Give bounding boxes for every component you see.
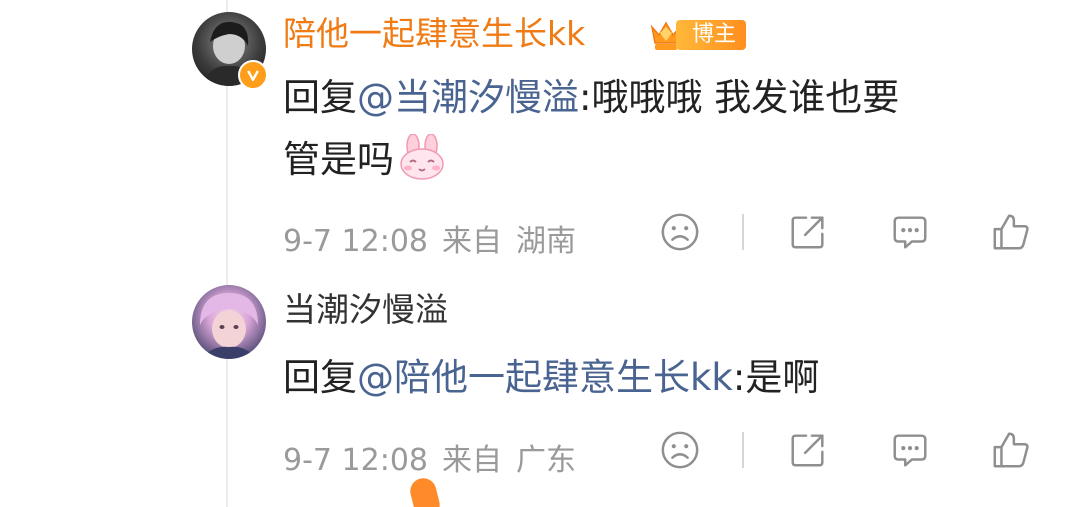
username[interactable]: 陪他一起肆意生长kk xyxy=(283,14,585,54)
location: 湖南 xyxy=(516,224,576,259)
like-button[interactable] xyxy=(989,210,1033,254)
comment-body-line1: 哦哦哦 我发谁也要 xyxy=(591,76,900,119)
action-divider xyxy=(742,214,744,250)
comment-actions xyxy=(650,428,1050,472)
sad-face-icon xyxy=(661,431,699,469)
avatar[interactable] xyxy=(192,285,266,359)
separator: : xyxy=(579,76,592,119)
bunny-emoji-icon xyxy=(400,134,444,180)
reply-prefix: 回复 xyxy=(283,356,357,399)
comment-actions xyxy=(650,210,1050,254)
thumbs-up-icon xyxy=(993,432,1029,468)
share-icon xyxy=(791,434,824,467)
timestamp: 9-7 12:08 xyxy=(283,224,428,259)
verified-v-icon xyxy=(247,70,259,81)
comment-icon xyxy=(893,216,927,249)
comment-meta: 9-7 12:08 来自 广东 xyxy=(283,441,576,481)
blogger-badge-label: 博主 xyxy=(676,20,747,50)
comment-body-line2: 管是吗 xyxy=(283,138,394,181)
share-button[interactable] xyxy=(786,428,830,472)
dislike-button[interactable] xyxy=(658,428,702,472)
verified-badge xyxy=(238,60,268,90)
sad-face-icon xyxy=(661,213,699,251)
comment-text: 回复@陪他一起肆意生长kk:是啊 xyxy=(283,347,1043,409)
blogger-badge: 博主 xyxy=(646,15,747,55)
source-label: 来自 xyxy=(442,443,502,478)
dislike-button[interactable] xyxy=(658,210,702,254)
share-icon xyxy=(791,216,824,249)
action-divider xyxy=(742,432,744,468)
comment-body: 是啊 xyxy=(745,356,820,399)
comment-icon xyxy=(893,434,927,467)
reply-prefix: 回复 xyxy=(283,76,357,119)
comment-text: 回复@当潮汐慢溢:哦哦哦 我发谁也要 管是吗 xyxy=(283,67,1043,191)
separator: : xyxy=(732,356,746,399)
like-button[interactable] xyxy=(989,428,1033,472)
thumbs-up-icon xyxy=(993,214,1029,250)
location: 广东 xyxy=(516,443,576,478)
comment-meta: 9-7 12:08 来自 湖南 xyxy=(283,222,576,262)
comment-button[interactable] xyxy=(888,428,932,472)
timestamp: 9-7 12:08 xyxy=(283,443,428,478)
mention-link[interactable]: @陪他一起肆意生长kk xyxy=(357,356,733,399)
mention-link[interactable]: @当潮汐慢溢 xyxy=(357,76,579,119)
comment-button[interactable] xyxy=(888,210,932,254)
source-label: 来自 xyxy=(442,224,502,259)
avatar-photo xyxy=(200,293,258,359)
comment-thread: 陪他一起肆意生长kk 博主 回复@当潮汐慢溢:哦哦哦 我发谁也要 管是吗 9-7… xyxy=(0,0,1080,507)
username[interactable]: 当潮汐慢溢 xyxy=(283,290,448,330)
share-button[interactable] xyxy=(786,210,830,254)
